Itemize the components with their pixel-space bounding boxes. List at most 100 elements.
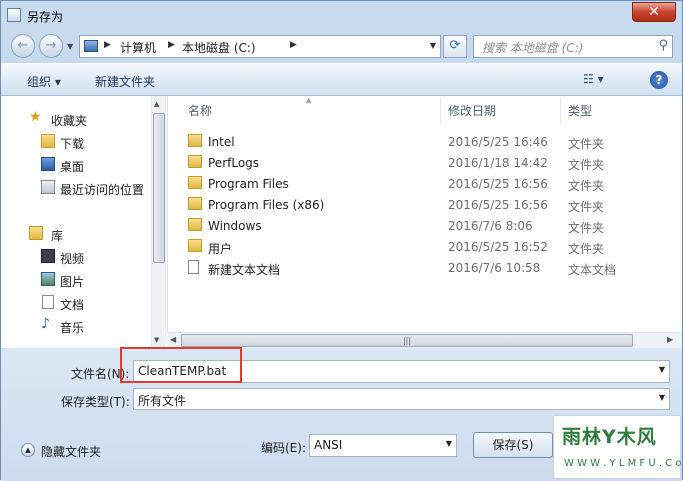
encoding-dropdown-icon[interactable]: ▼ [446, 439, 452, 448]
search-placeholder: 搜索 本地磁盘 (C:) [482, 41, 584, 55]
sidebar-item-recent-places[interactable]: 最近访问的位置 [1, 178, 151, 198]
title-bar[interactable]: 另存为 ✕ [1, 1, 682, 31]
sidebar-scroll-thumb[interactable] [153, 113, 165, 263]
scroll-down-icon[interactable]: ▼ [154, 336, 159, 344]
file-name: Program Files (x86) [208, 198, 325, 212]
sidebar-item-music[interactable]: ♪ 音乐 [1, 316, 151, 336]
column-header-name[interactable]: 名称 [188, 102, 212, 119]
folder-icon [188, 134, 202, 147]
hide-folders-label[interactable]: 隐藏文件夹 [41, 443, 101, 460]
breadcrumb-separator-icon[interactable]: ▶ [104, 40, 111, 50]
sidebar-label: 图片 [60, 275, 85, 289]
breadcrumb-local-disk[interactable]: 本地磁盘 (C:) [182, 39, 256, 56]
file-list-horizontal-scrollbar[interactable]: ◀ ||| ▶ [167, 332, 682, 348]
navigation-pane: ★ 收藏夹 下载 桌面 最近访问的位置 库 视频 图片 文档 ♪ 音乐 ▲ ▼ [1, 96, 167, 348]
file-name: 新建文本文档 [208, 263, 281, 277]
file-name: PerfLogs [208, 156, 260, 170]
refresh-button[interactable]: ⟳ [443, 35, 467, 58]
sidebar-favorites[interactable]: ★ 收藏夹 [1, 109, 151, 129]
filetype-dropdown-icon[interactable]: ▼ [659, 393, 665, 402]
file-type: 文件夹 [568, 158, 605, 172]
file-date: 2016/5/25 16:56 [448, 177, 548, 191]
organize-button[interactable]: 组织 ▾ [27, 73, 61, 90]
file-date: 2016/5/25 16:56 [448, 198, 548, 212]
file-type: 文本文档 [568, 263, 617, 277]
file-date: 2016/7/6 10:58 [448, 261, 541, 275]
save-as-dialog: 另存为 ✕ ← → ▼ ▶ 计算机 ▶ 本地磁盘 (C:) ▶ ▼ ⟳ 搜索 本… [0, 0, 683, 481]
folder-icon [188, 155, 202, 168]
file-row[interactable]: Windows 2016/7/6 8:06 文件夹 [168, 215, 668, 236]
sidebar-item-videos[interactable]: 视频 [1, 247, 151, 267]
sidebar-scrollbar[interactable]: ▲ ▼ [151, 96, 166, 348]
sidebar-item-desktop[interactable]: 桌面 [1, 155, 151, 175]
file-type: 文件夹 [568, 137, 605, 151]
sidebar-label: 最近访问的位置 [60, 183, 145, 197]
star-icon: ★ [29, 109, 42, 125]
documents-library-icon [42, 295, 54, 309]
navigation-bar: ← → ▼ ▶ 计算机 ▶ 本地磁盘 (C:) ▶ ▼ ⟳ 搜索 本地磁盘 (C… [1, 31, 682, 63]
file-row[interactable]: Program Files 2016/5/25 16:56 文件夹 [168, 173, 668, 194]
address-bar[interactable]: ▶ 计算机 ▶ 本地磁盘 (C:) ▶ ▼ [79, 35, 441, 58]
sidebar-item-downloads[interactable]: 下载 [1, 132, 151, 152]
file-row[interactable]: 新建文本文档 2016/7/6 10:58 文本文档 [168, 257, 668, 278]
breadcrumb-separator-icon[interactable]: ▶ [290, 40, 297, 50]
sidebar-item-pictures[interactable]: 图片 [1, 270, 151, 290]
view-options-icon[interactable]: ☷ ▾ [583, 72, 604, 86]
file-name: 用户 [208, 242, 233, 256]
library-icon [29, 226, 43, 240]
recent-locations-chevron-icon[interactable]: ▼ [67, 42, 73, 51]
music-note-icon: ♪ [41, 316, 50, 332]
watermark-main-text: 雨林Y木风 [562, 426, 657, 448]
collapse-up-icon[interactable]: ▲ [21, 443, 35, 457]
column-divider[interactable] [560, 98, 561, 124]
file-row[interactable]: Program Files (x86) 2016/5/25 16:56 文件夹 [168, 194, 668, 215]
sidebar-libraries[interactable]: 库 [1, 224, 151, 244]
column-header-date[interactable]: 修改日期 [448, 102, 496, 119]
file-date: 2016/7/6 8:06 [448, 219, 533, 233]
sidebar-label: 音乐 [60, 321, 85, 335]
folder-icon [188, 239, 202, 252]
search-input[interactable]: 搜索 本地磁盘 (C:) ⚲ [473, 35, 673, 58]
filetype-select[interactable]: 所有文件 ▼ [133, 388, 670, 410]
scroll-up-icon[interactable]: ▲ [154, 100, 159, 108]
filetype-value: 所有文件 [138, 394, 187, 408]
recent-places-icon [41, 180, 55, 194]
folder-icon [188, 218, 202, 231]
save-button[interactable]: 保存(S) [473, 432, 553, 458]
forward-button[interactable]: → [39, 34, 63, 58]
sidebar-item-documents[interactable]: 文档 [1, 293, 151, 313]
breadcrumb-computer[interactable]: 计算机 [120, 39, 156, 56]
encoding-label: 编码(E): [261, 441, 306, 455]
scroll-right-icon[interactable]: ▶ [667, 335, 673, 344]
file-date: 2016/5/25 16:52 [448, 240, 548, 254]
breadcrumb-separator-icon[interactable]: ▶ [168, 40, 175, 50]
search-icon[interactable]: ⚲ [658, 38, 668, 53]
command-toolbar: 组织 ▾ 新建文件夹 ☷ ▾ ? [1, 63, 682, 96]
new-folder-button[interactable]: 新建文件夹 [95, 73, 155, 90]
horizontal-scroll-thumb[interactable]: ||| [181, 334, 633, 347]
file-row[interactable]: 用户 2016/5/25 16:52 文件夹 [168, 236, 668, 257]
sidebar-label: 桌面 [60, 160, 85, 174]
sidebar-label: 文档 [60, 298, 85, 312]
back-button[interactable]: ← [11, 34, 35, 58]
desktop-icon [41, 157, 55, 171]
filename-dropdown-icon[interactable]: ▼ [659, 365, 665, 374]
folder-icon [188, 176, 202, 189]
address-dropdown-icon[interactable]: ▼ [430, 41, 436, 50]
column-header-type[interactable]: 类型 [568, 102, 592, 119]
text-file-icon [188, 260, 199, 274]
encoding-value: ANSI [314, 438, 343, 452]
sidebar-label: 收藏夹 [51, 114, 88, 128]
file-row[interactable]: Intel 2016/5/25 16:46 文件夹 [168, 131, 668, 152]
encoding-select[interactable]: ANSI ▼ [309, 434, 457, 457]
help-icon[interactable]: ? [650, 71, 668, 89]
file-row[interactable]: PerfLogs 2016/1/18 14:42 文件夹 [168, 152, 668, 173]
scroll-left-icon[interactable]: ◀ [170, 335, 176, 344]
sort-ascending-icon: ▲ [306, 96, 312, 104]
file-list: ▲ 名称 修改日期 类型 Intel 2016/5/25 16:46 文件夹 P… [167, 96, 682, 348]
downloads-folder-icon [41, 134, 55, 148]
close-button[interactable]: ✕ [632, 2, 676, 22]
file-name: Program Files [208, 177, 289, 191]
column-divider[interactable] [440, 98, 441, 124]
folder-icon [188, 197, 202, 210]
